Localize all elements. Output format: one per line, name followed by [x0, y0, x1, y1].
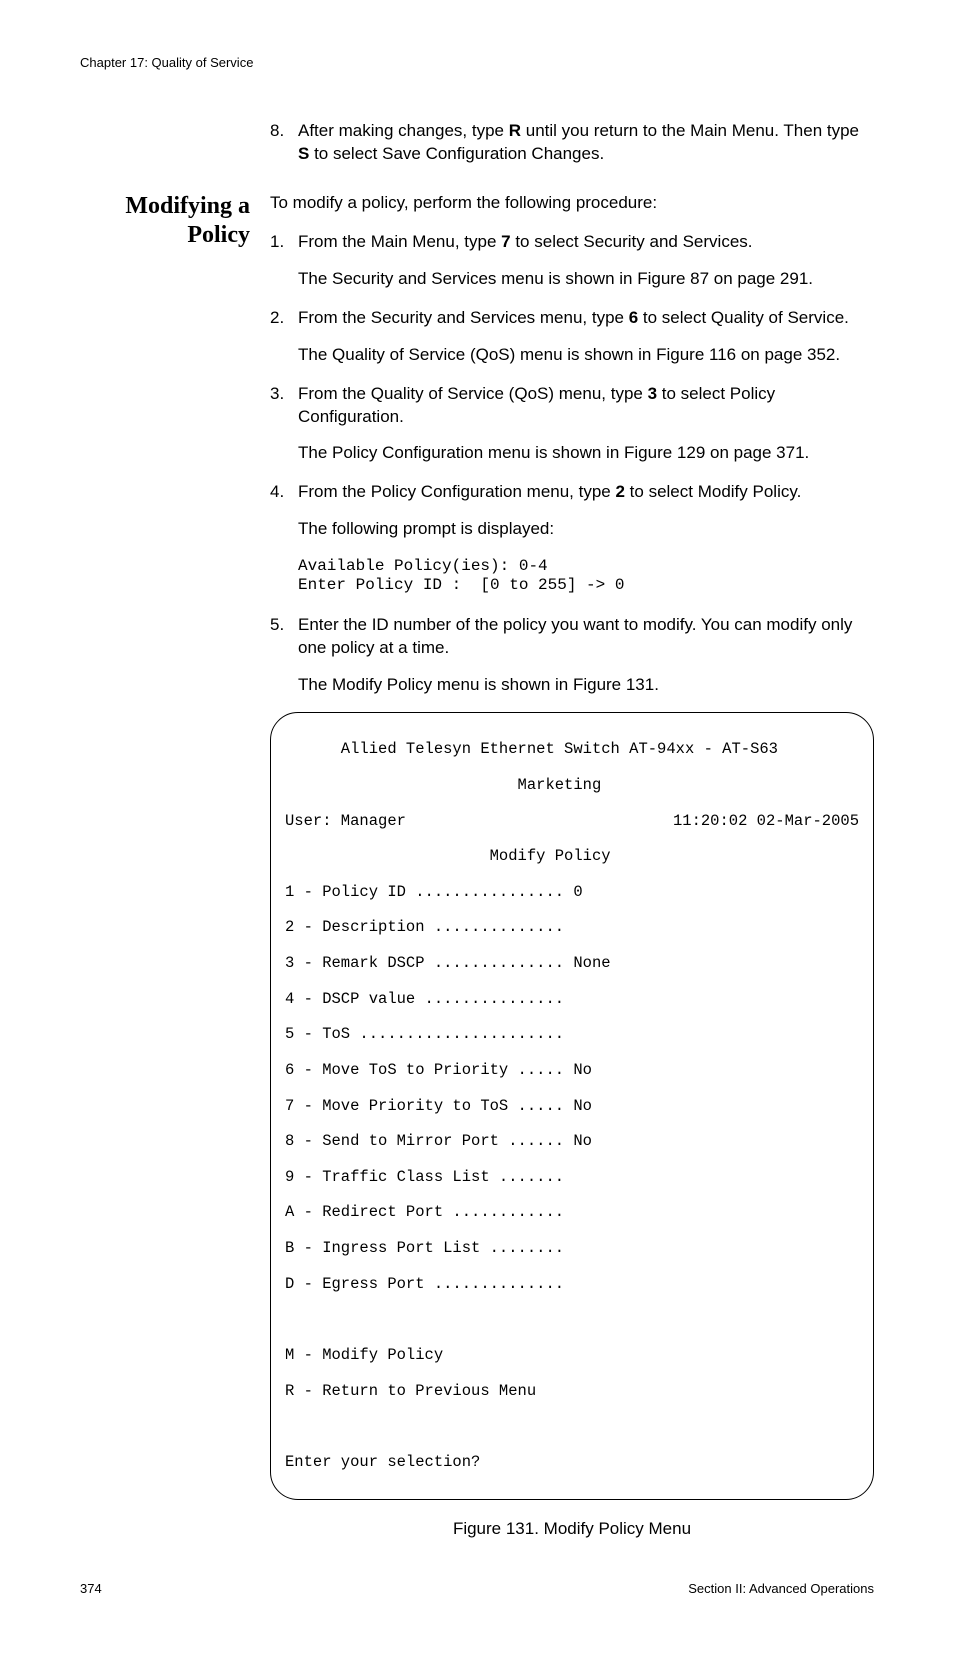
menu-blank — [285, 1311, 859, 1329]
menu-item: 8 - Send to Mirror Port ...... No — [285, 1133, 859, 1151]
step-3: 3. From the Quality of Service (QoS) men… — [270, 383, 874, 429]
section-heading: Modifying a Policy — [80, 192, 270, 250]
menu-user-line: User: Manager11:20:02 02-Mar-2005 — [285, 813, 859, 831]
step-text: After making changes, type R until you r… — [298, 120, 874, 166]
menu-item: 1 - Policy ID ................ 0 — [285, 884, 859, 902]
step-5: 5. Enter the ID number of the policy you… — [270, 614, 874, 660]
step-text: From the Quality of Service (QoS) menu, … — [298, 383, 874, 429]
menu-item: 4 - DSCP value ............... — [285, 991, 859, 1009]
step-number: 2. — [270, 307, 298, 330]
menu-item: 5 - ToS ...................... — [285, 1026, 859, 1044]
menu-prompt: Enter your selection? — [285, 1454, 859, 1472]
step-subtext: The Security and Services menu is shown … — [298, 268, 874, 291]
modify-policy-menu: Allied Telesyn Ethernet Switch AT-94xx -… — [270, 712, 874, 1500]
menu-blank — [285, 1418, 859, 1436]
step-8: 8. After making changes, type R until yo… — [270, 120, 874, 166]
page-number: 374 — [80, 1581, 102, 1596]
menu-item: 7 - Move Priority to ToS ..... No — [285, 1098, 859, 1116]
step-4: 4. From the Policy Configuration menu, t… — [270, 481, 874, 504]
step-number: 1. — [270, 231, 298, 254]
step-subtext: The Policy Configuration menu is shown i… — [298, 442, 874, 465]
page-footer: 374 Section II: Advanced Operations — [80, 1581, 874, 1596]
menu-header-line: Marketing — [285, 777, 859, 795]
menu-title: Modify Policy — [285, 848, 859, 866]
menu-item: M - Modify Policy — [285, 1347, 859, 1365]
step-2: 2. From the Security and Services menu, … — [270, 307, 874, 330]
step-text: From the Main Menu, type 7 to select Sec… — [298, 231, 874, 254]
menu-item: A - Redirect Port ............ — [285, 1204, 859, 1222]
menu-item: B - Ingress Port List ........ — [285, 1240, 859, 1258]
step-subtext: The Modify Policy menu is shown in Figur… — [298, 674, 874, 697]
section-label: Section II: Advanced Operations — [688, 1581, 874, 1596]
step-number: 5. — [270, 614, 298, 660]
menu-item: 2 - Description .............. — [285, 919, 859, 937]
step-number: 4. — [270, 481, 298, 504]
step-subtext: The following prompt is displayed: — [298, 518, 874, 541]
chapter-header: Chapter 17: Quality of Service — [80, 55, 874, 70]
intro-text: To modify a policy, perform the followin… — [270, 192, 874, 215]
step-text: From the Policy Configuration menu, type… — [298, 481, 874, 504]
menu-item: D - Egress Port .............. — [285, 1276, 859, 1294]
step-number: 3. — [270, 383, 298, 429]
step-1: 1. From the Main Menu, type 7 to select … — [270, 231, 874, 254]
step-text: Enter the ID number of the policy you wa… — [298, 614, 874, 660]
step-text: From the Security and Services menu, typ… — [298, 307, 874, 330]
menu-item: R - Return to Previous Menu — [285, 1383, 859, 1401]
step-subtext: The Quality of Service (QoS) menu is sho… — [298, 344, 874, 367]
menu-item: 3 - Remark DSCP .............. None — [285, 955, 859, 973]
figure-caption: Figure 131. Modify Policy Menu — [270, 1518, 874, 1541]
menu-item: 9 - Traffic Class List ....... — [285, 1169, 859, 1187]
step-number: 8. — [270, 120, 298, 166]
prompt-block: Available Policy(ies): 0-4 Enter Policy … — [298, 557, 874, 595]
menu-header-line: Allied Telesyn Ethernet Switch AT-94xx -… — [285, 741, 859, 759]
menu-item: 6 - Move ToS to Priority ..... No — [285, 1062, 859, 1080]
